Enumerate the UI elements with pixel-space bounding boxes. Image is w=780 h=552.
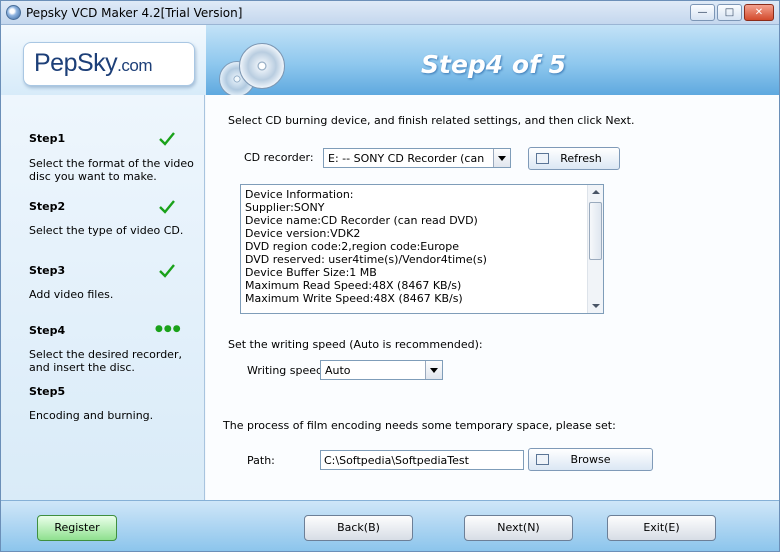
step-1-label: Step1 <box>29 132 66 145</box>
step-1-desc: Select the format of the video disc you … <box>29 157 194 183</box>
checkmark-icon <box>159 200 175 214</box>
scroll-thumb[interactable] <box>589 202 602 260</box>
info-line: Maximum Read Speed:48X (8467 KB/s) <box>245 279 462 292</box>
writing-speed-value: Auto <box>325 364 351 377</box>
header-banner: PepSky.com Step4 of 5 <box>1 25 779 97</box>
info-line: DVD region code:2,region code:Europe <box>245 240 459 253</box>
scroll-down-arrow-icon[interactable] <box>588 298 603 313</box>
step-title: Step4 of 5 <box>421 50 567 79</box>
checkmark-icon <box>159 132 175 146</box>
cd-recorder-value: E: -- SONY CD Recorder (can <box>328 152 485 165</box>
browse-label: Browse <box>570 453 611 466</box>
info-line: Device Buffer Size:1 MB <box>245 266 377 279</box>
refresh-label: Refresh <box>560 152 602 165</box>
info-line: Supplier:SONY <box>245 201 325 214</box>
app-window: Pepsky VCD Maker 4.2[Trial Version] — □ … <box>0 0 780 552</box>
title-bar[interactable]: Pepsky VCD Maker 4.2[Trial Version] — □ … <box>1 1 779 25</box>
exit-button[interactable]: Exit(E) <box>607 515 716 541</box>
info-line: Device name:CD Recorder (can read DVD) <box>245 214 478 227</box>
info-line: Device Information: <box>245 188 354 201</box>
writing-speed-label: Writing speed: <box>247 364 327 377</box>
logo-main-text: PepSky <box>34 49 118 77</box>
steps-sidebar: Step1 Select the format of the video dis… <box>1 95 205 500</box>
device-info-text: Device Information: Supplier:SONY Device… <box>245 188 585 305</box>
cd-disc-icon <box>239 43 285 89</box>
temp-space-text: The process of film encoding needs some … <box>223 419 616 432</box>
checkmark-icon <box>159 264 175 278</box>
info-line: Maximum Write Speed:48X (8467 KB/s) <box>245 292 463 305</box>
window-title: Pepsky VCD Maker 4.2[Trial Version] <box>26 6 243 20</box>
writing-speed-select[interactable]: Auto <box>320 360 443 380</box>
back-button[interactable]: Back(B) <box>304 515 413 541</box>
cd-recorder-select[interactable]: E: -- SONY CD Recorder (can <box>323 148 511 168</box>
maximize-button[interactable]: □ <box>717 4 742 21</box>
refresh-button[interactable]: Refresh <box>528 147 620 170</box>
step-4-desc: Select the desired recorder, and insert … <box>29 348 182 374</box>
browse-button[interactable]: Browse <box>528 448 653 471</box>
step-3-desc: Add video files. <box>29 288 114 301</box>
logo-area: PepSky.com <box>1 25 206 95</box>
path-label: Path: <box>247 454 275 467</box>
step-2-label: Step2 <box>29 200 66 213</box>
step-4-label: Step4 <box>29 324 66 337</box>
cd-recorder-label: CD recorder: <box>244 151 314 164</box>
register-button[interactable]: Register <box>37 515 117 541</box>
device-info-box[interactable]: Device Information: Supplier:SONY Device… <box>240 184 604 314</box>
folder-icon <box>536 454 549 465</box>
speed-section-text: Set the writing speed (Auto is recommend… <box>228 338 483 351</box>
dropdown-arrow-icon[interactable] <box>425 361 442 379</box>
footer-bar: Register Back(B) Next(N) Exit(E) <box>1 500 779 551</box>
info-line: DVD reserved: user4time(s)/Vendor4time(s… <box>245 253 487 266</box>
scroll-up-arrow-icon[interactable] <box>588 185 603 200</box>
instruction-text: Select CD burning device, and finish rel… <box>228 114 635 127</box>
step-2-desc: Select the type of video CD. <box>29 224 184 237</box>
next-button[interactable]: Next(N) <box>464 515 573 541</box>
logo-suffix-text: .com <box>117 56 153 75</box>
app-disc-icon <box>6 5 21 20</box>
info-line: Device version:VDK2 <box>245 227 361 240</box>
minimize-button[interactable]: — <box>690 4 715 21</box>
step-5-label: Step5 <box>29 385 66 398</box>
main-panel: Select CD burning device, and finish rel… <box>206 95 779 500</box>
close-button[interactable]: ✕ <box>744 4 774 21</box>
pepsky-logo: PepSky.com <box>23 42 195 86</box>
step-5-desc: Encoding and burning. <box>29 409 154 422</box>
path-input[interactable]: C:\Softpedia\SoftpediaTest <box>320 450 524 470</box>
step-3-label: Step3 <box>29 264 66 277</box>
dropdown-arrow-icon[interactable] <box>493 149 510 167</box>
in-progress-dots-icon: ●●● <box>155 324 182 334</box>
refresh-icon <box>536 153 549 164</box>
vertical-scrollbar[interactable] <box>587 185 603 313</box>
